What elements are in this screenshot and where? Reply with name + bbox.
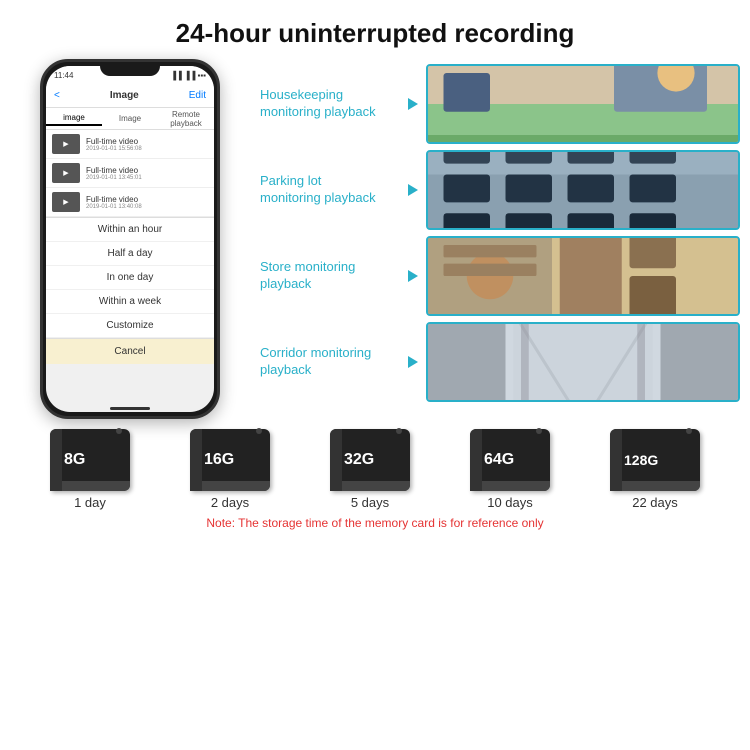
storage-card-col-2: 16G 2 days — [190, 429, 270, 510]
sd-notch-3 — [396, 428, 402, 434]
phone-time: 11:44 — [54, 71, 73, 80]
monitoring-label-2: Parking lot monitoring playback — [260, 173, 400, 207]
phone-wrapper: 11:44 ▐▐ ▐▐ ▪▪▪ < Image Edit image Image… — [10, 59, 250, 419]
page-title: 24-hour uninterrupted recording — [20, 18, 730, 49]
page-header: 24-hour uninterrupted recording — [0, 0, 750, 59]
monitoring-row-1: Housekeeping monitoring playback — [260, 64, 740, 144]
monitoring-photo-2 — [426, 150, 740, 230]
storage-card-col-4: 64G 10 days — [470, 429, 550, 510]
phone-tab-image[interactable]: image — [46, 111, 102, 126]
phone-edit-button[interactable]: Edit — [189, 90, 206, 101]
sd-card-4: 64G — [470, 429, 550, 491]
dropdown-item-1[interactable]: Within an hour — [46, 218, 214, 242]
dropdown-item-4[interactable]: Within a week — [46, 290, 214, 314]
monitoring-row-2: Parking lot monitoring playback — [260, 150, 740, 230]
sd-card-label-1: 8G — [64, 451, 85, 469]
storage-card-col-5: 128G 22 days — [610, 429, 700, 510]
sd-notch-2 — [256, 428, 262, 434]
phone-home-indicator — [110, 407, 150, 410]
storage-days-2: 2 days — [211, 495, 249, 510]
main-section: 11:44 ▐▐ ▐▐ ▪▪▪ < Image Edit image Image… — [0, 59, 750, 419]
sd-notch-4 — [536, 428, 542, 434]
video-thumb-3 — [52, 192, 80, 212]
arrow-icon-4 — [408, 356, 418, 368]
video-info-1: Full-time video 2019-01-01 15:56:08 — [86, 137, 142, 152]
sd-card-label-2: 16G — [204, 451, 234, 469]
storage-card-col-3: 32G 5 days — [330, 429, 410, 510]
video-info-2: Full-time video 2019-01-01 13:45:01 — [86, 166, 142, 181]
video-thumb-1 — [52, 134, 80, 154]
phone-video-list: Full-time video 2019-01-01 15:56:08 Full… — [46, 130, 214, 217]
monitoring-photo-4 — [426, 322, 740, 402]
storage-note: Note: The storage time of the memory car… — [20, 516, 730, 530]
sd-card-label-4: 64G — [484, 451, 514, 469]
arrow-icon-2 — [408, 184, 418, 196]
phone-nav-title: Image — [110, 90, 139, 101]
phone-tab-remote[interactable]: Remote playback — [158, 108, 214, 130]
phone-device: 11:44 ▐▐ ▐▐ ▪▪▪ < Image Edit image Image… — [40, 59, 220, 419]
sd-card-label-5: 128G — [624, 452, 658, 468]
video-item-2[interactable]: Full-time video 2019-01-01 13:45:01 — [46, 159, 214, 188]
video-info-3: Full-time video 2019-01-01 13:40:08 — [86, 195, 142, 210]
dropdown-item-2[interactable]: Half a day — [46, 242, 214, 266]
arrow-icon-1 — [408, 98, 418, 110]
monitoring-section: Housekeeping monitoring playback Parking… — [250, 59, 740, 419]
sd-card-label-3: 32G — [344, 451, 374, 469]
monitoring-row-4: Corridor monitoring playback — [260, 322, 740, 402]
sd-card-3: 32G — [330, 429, 410, 491]
monitoring-photo-3 — [426, 236, 740, 316]
phone-dropdown-menu: Within an hour Half a day In one day Wit… — [46, 217, 214, 364]
storage-days-3: 5 days — [351, 495, 389, 510]
storage-card-col-1: 8G 1 day — [50, 429, 130, 510]
storage-cards-container: 8G 1 day 16G 2 days 32G 5 days 64G — [20, 429, 730, 510]
sd-notch-1 — [116, 428, 122, 434]
dropdown-item-5[interactable]: Customize — [46, 314, 214, 338]
monitoring-label-4: Corridor monitoring playback — [260, 345, 400, 379]
phone-tabs: image Image Remote playback — [46, 108, 214, 130]
storage-section: 8G 1 day 16G 2 days 32G 5 days 64G — [0, 419, 750, 535]
video-thumb-2 — [52, 163, 80, 183]
dropdown-cancel-button[interactable]: Cancel — [46, 338, 214, 364]
storage-days-4: 10 days — [487, 495, 533, 510]
storage-days-5: 22 days — [632, 495, 678, 510]
arrow-icon-3 — [408, 270, 418, 282]
phone-notch — [100, 62, 160, 76]
sd-notch-5 — [686, 428, 692, 434]
phone-back-button[interactable]: < — [54, 90, 60, 101]
storage-days-1: 1 day — [74, 495, 106, 510]
phone-icons: ▐▐ ▐▐ ▪▪▪ — [170, 71, 206, 80]
video-item-1[interactable]: Full-time video 2019-01-01 15:56:08 — [46, 130, 214, 159]
sd-card-5: 128G — [610, 429, 700, 491]
monitoring-label-3: Store monitoring playback — [260, 259, 400, 293]
monitoring-photo-1 — [426, 64, 740, 144]
monitoring-row-3: Store monitoring playback — [260, 236, 740, 316]
video-item-3[interactable]: Full-time video 2019-01-01 13:40:08 — [46, 188, 214, 217]
phone-tab-image2[interactable]: Image — [102, 112, 158, 125]
sd-card-1: 8G — [50, 429, 130, 491]
phone-screen: 11:44 ▐▐ ▐▐ ▪▪▪ < Image Edit image Image… — [46, 66, 214, 412]
dropdown-item-3[interactable]: In one day — [46, 266, 214, 290]
sd-card-2: 16G — [190, 429, 270, 491]
phone-nav-bar: < Image Edit — [46, 84, 214, 108]
monitoring-label-1: Housekeeping monitoring playback — [260, 87, 400, 121]
